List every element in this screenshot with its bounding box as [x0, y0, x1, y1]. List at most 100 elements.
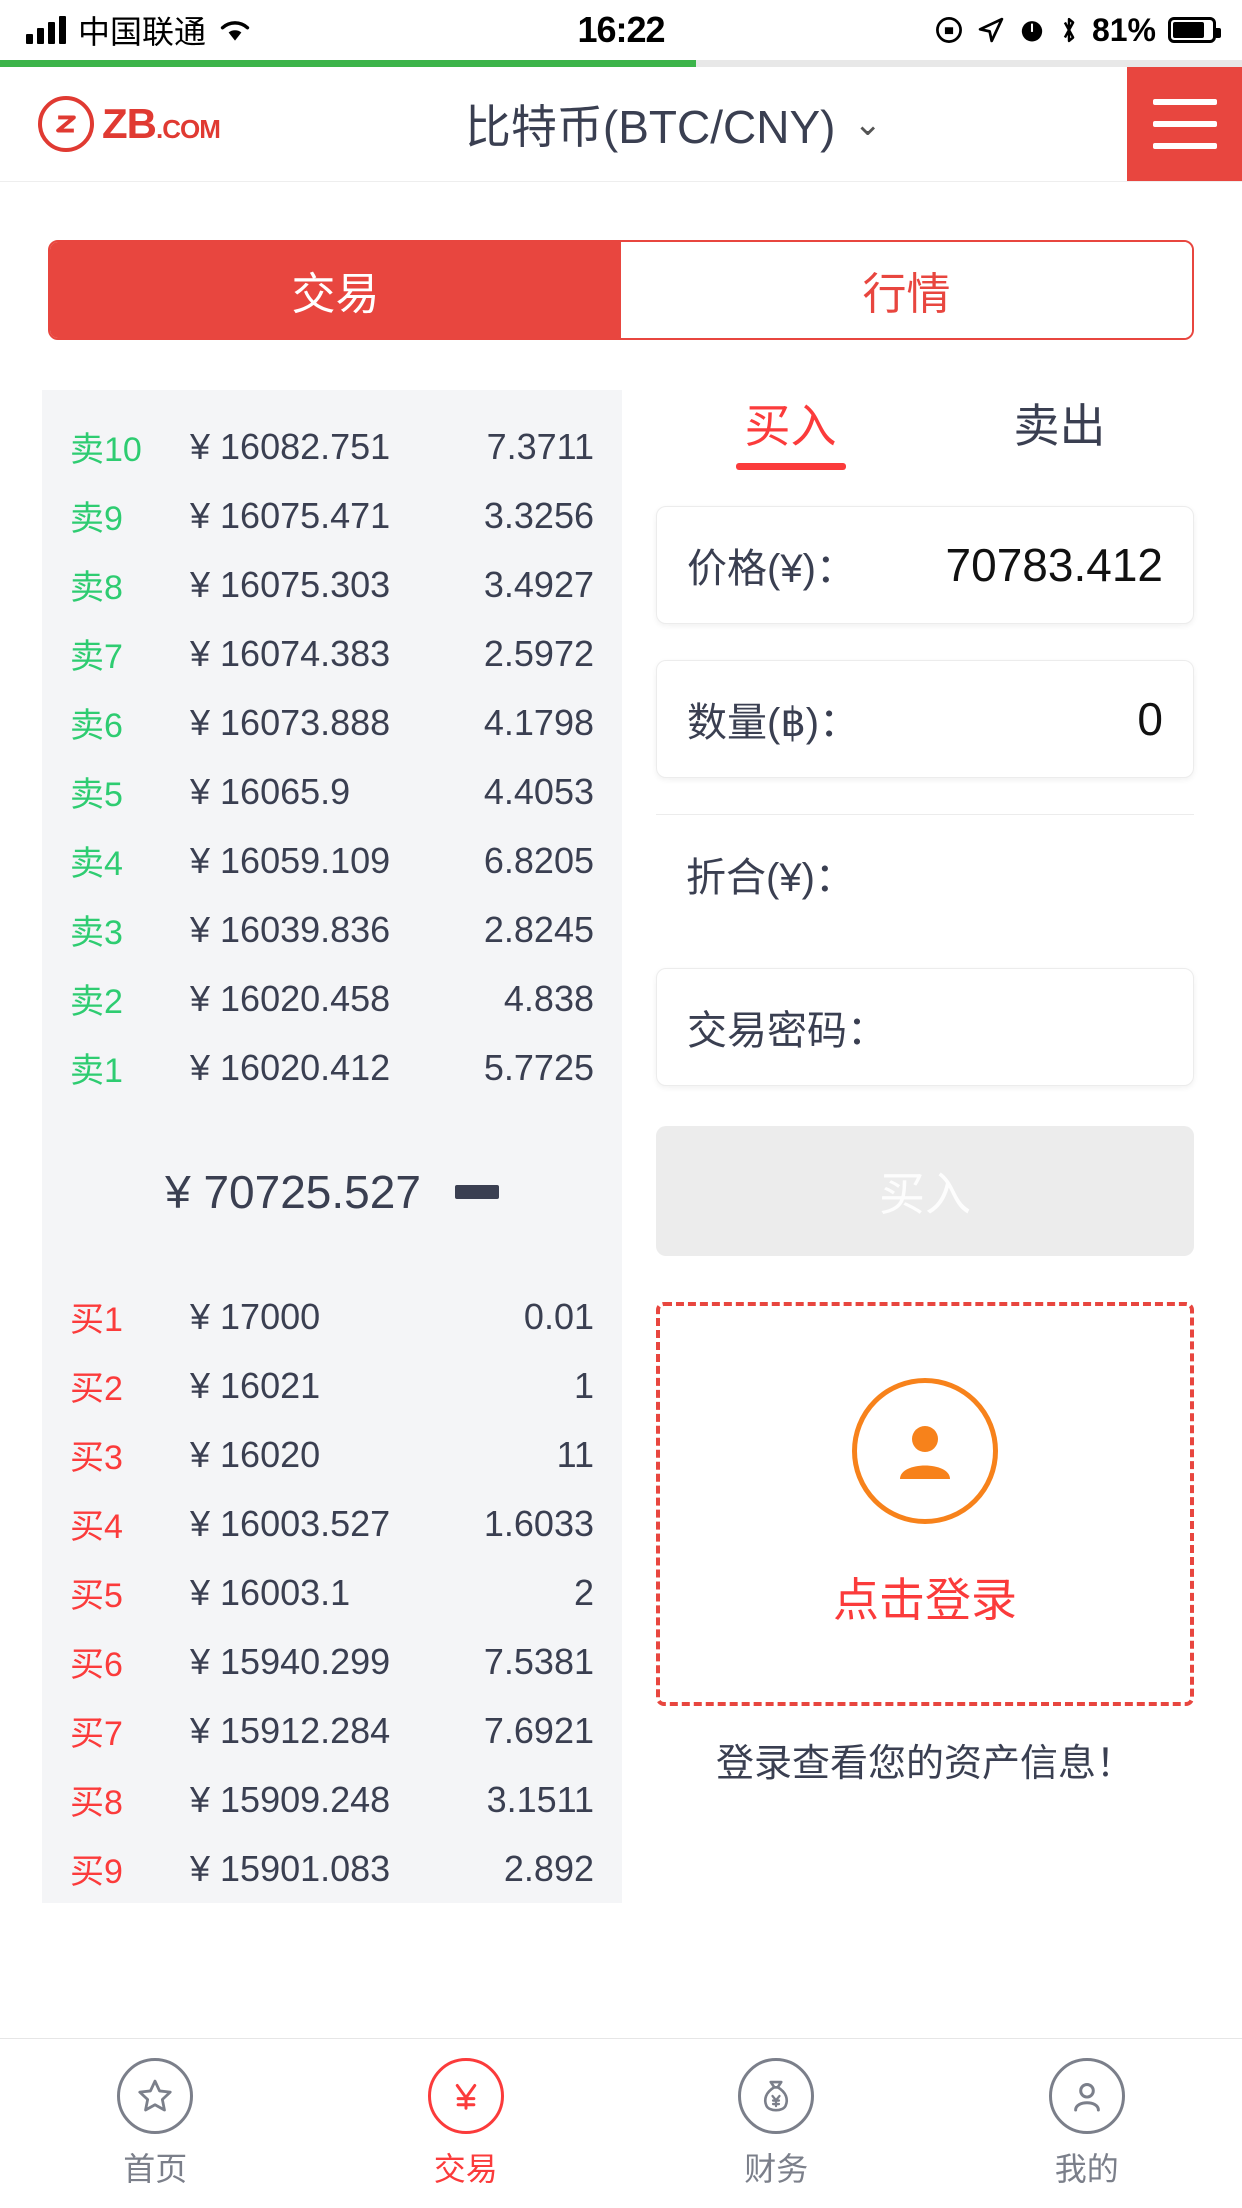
order-amount: 7.5381: [483, 1640, 594, 1682]
order-price: ¥16065.9: [190, 771, 394, 813]
order-row-ask[interactable]: 卖10 ¥16082.751 7.3711: [70, 412, 594, 481]
order-price-value: 17000: [220, 1295, 321, 1337]
order-amount: 6.8205: [483, 839, 594, 881]
order-amount: 4.1798: [483, 701, 594, 743]
nav-item-finance-label: 财务: [744, 2150, 809, 2187]
order-amount: 2.8245: [483, 908, 594, 950]
order-price: ¥16003.527: [190, 1503, 394, 1545]
order-row-bid[interactable]: 买1 ¥17000 0.01: [70, 1282, 594, 1351]
price-field[interactable]: 价格(¥)： 70783.412: [656, 506, 1194, 624]
bid-list: 买1 ¥17000 0.01 买2 ¥16021 1 买3 ¥16020 11 …: [70, 1282, 594, 1903]
currency-symbol: ¥: [190, 563, 211, 605]
order-row-bid[interactable]: 买2 ¥16021 1: [70, 1351, 594, 1420]
order-price-value: 16075.471: [220, 494, 391, 536]
order-amount: 5.7725: [483, 1046, 594, 1088]
currency-symbol: ¥: [190, 1640, 211, 1682]
order-amount: 7.6921: [483, 1709, 594, 1751]
trading-pair-selector[interactable]: 比特币(BTC/CNY) ⌄: [220, 67, 1127, 181]
currency-symbol: ¥: [190, 839, 211, 881]
order-tag: 卖9: [70, 500, 123, 538]
tab-trade[interactable]: 交易: [50, 242, 621, 338]
order-row-ask[interactable]: 卖4 ¥16059.109 6.8205: [70, 826, 594, 895]
nav-item-finance[interactable]: 财务: [621, 2057, 932, 2190]
nav-item-mine-label: 我的: [1054, 2150, 1119, 2187]
order-amount: 4.838: [503, 977, 594, 1019]
last-price-value: 70725.527: [203, 1166, 421, 1218]
order-tag: 买3: [70, 1439, 123, 1477]
buy-submit-button[interactable]: 买入: [656, 1126, 1194, 1256]
tab-buy[interactable]: 买入: [656, 390, 925, 470]
order-row-bid[interactable]: 买3 ¥16020 11: [70, 1420, 594, 1489]
order-tag: 买5: [70, 1577, 123, 1615]
order-row-bid[interactable]: 买8 ¥15909.248 3.1511: [70, 1765, 594, 1834]
amount-field-value: 0: [1137, 693, 1163, 745]
app-header: ZB.COM 比特币(BTC/CNY) ⌄: [0, 67, 1242, 182]
login-prompt-card[interactable]: 点击登录: [656, 1302, 1194, 1706]
order-row-ask[interactable]: 卖6 ¥16073.888 4.1798: [70, 688, 594, 757]
nav-item-mine[interactable]: 我的: [932, 2057, 1242, 2190]
currency-symbol: ¥: [190, 1295, 211, 1337]
order-row-ask[interactable]: 卖3 ¥16039.836 2.8245: [70, 895, 594, 964]
order-row-bid[interactable]: 买5 ¥16003.1 2: [70, 1558, 594, 1627]
amount-field[interactable]: 数量(฿)： 0: [656, 660, 1194, 778]
order-row-bid[interactable]: 买4 ¥16003.527 1.6033: [70, 1489, 594, 1558]
order-row-ask[interactable]: 卖8 ¥16075.303 3.4927: [70, 550, 594, 619]
order-price-value: 16075.303: [220, 563, 391, 605]
order-row-ask[interactable]: 卖5 ¥16065.9 4.4053: [70, 757, 594, 826]
order-row-bid[interactable]: 买6 ¥15940.299 7.5381: [70, 1627, 594, 1696]
trading-pair-label: 比特币(BTC/CNY): [464, 101, 836, 153]
order-price-value: 16059.109: [220, 839, 391, 881]
tab-trade-label: 交易: [291, 270, 380, 319]
trade-password-field[interactable]: 交易密码：: [656, 968, 1194, 1086]
status-bar: 中国联通 16:22 81%: [0, 0, 1242, 60]
order-price-value: 16039.836: [220, 908, 391, 950]
nav-item-home[interactable]: 首页: [0, 2057, 311, 2190]
order-amount: 2.5972: [483, 632, 594, 674]
order-price: ¥16074.383: [190, 633, 394, 675]
order-price: ¥15940.299: [190, 1641, 394, 1683]
alarm-icon: [1021, 21, 1043, 42]
main-tabs-container: 交易 行情: [0, 182, 1242, 340]
progress-fill: [0, 60, 696, 67]
order-tag: 卖8: [70, 569, 123, 607]
buy-submit-label: 买入: [879, 1168, 971, 1220]
order-tag: 卖5: [70, 776, 123, 814]
tab-market[interactable]: 行情: [621, 242, 1192, 338]
order-row-bid[interactable]: 买9 ¥15901.083 2.892: [70, 1834, 594, 1903]
order-row-ask[interactable]: 卖1 ¥16020.412 5.7725: [70, 1033, 594, 1102]
bottom-navigation: 首页 交易 财务 我的: [0, 2038, 1242, 2208]
tab-market-label: 行情: [862, 270, 951, 319]
order-row-ask[interactable]: 卖2 ¥16020.458 4.838: [70, 964, 594, 1033]
brand-logo[interactable]: ZB.COM: [0, 67, 221, 181]
nav-item-trade-label: 交易: [433, 2150, 498, 2187]
order-price: ¥16003.1: [190, 1572, 394, 1614]
tab-sell-label: 卖出: [1013, 400, 1106, 452]
total-field: 折合(¥)：: [656, 814, 1194, 932]
tab-sell[interactable]: 卖出: [925, 390, 1194, 470]
price-field-label: 价格(¥)：: [687, 547, 856, 591]
currency-symbol: ¥: [190, 1433, 211, 1475]
order-row-ask[interactable]: 卖7 ¥16074.383 2.5972: [70, 619, 594, 688]
order-price-value: 15901.083: [220, 1847, 391, 1889]
order-price-value: 15909.248: [220, 1778, 391, 1820]
order-tag: 卖10: [70, 431, 142, 469]
order-tag: 买1: [70, 1301, 123, 1339]
order-price: ¥15909.248: [190, 1779, 394, 1821]
currency-symbol: ¥: [190, 632, 211, 674]
currency-symbol: ¥: [190, 494, 211, 536]
login-subtitle: 登录查看您的资产信息！: [715, 1743, 1134, 1785]
order-price-value: 16021: [220, 1364, 321, 1406]
order-book: 卖10 ¥16082.751 7.3711 卖9 ¥16075.471 3.32…: [42, 390, 622, 1903]
star-icon: [117, 2057, 194, 2134]
order-row-ask[interactable]: 卖9 ¥16075.471 3.3256: [70, 481, 594, 550]
battery-icon: [1168, 17, 1221, 43]
currency-symbol: ¥: [190, 1709, 211, 1751]
yen-icon: [427, 2057, 504, 2134]
nav-item-trade[interactable]: 交易: [311, 2057, 622, 2190]
menu-button[interactable]: [1127, 67, 1242, 181]
order-row-bid[interactable]: 买7 ¥15912.284 7.6921: [70, 1696, 594, 1765]
page-load-progress: [0, 60, 1242, 67]
battery-percent-label: 81%: [1091, 11, 1156, 48]
order-amount: 1.6033: [483, 1502, 594, 1544]
buy-sell-tabs: 买入 卖出: [656, 390, 1194, 470]
